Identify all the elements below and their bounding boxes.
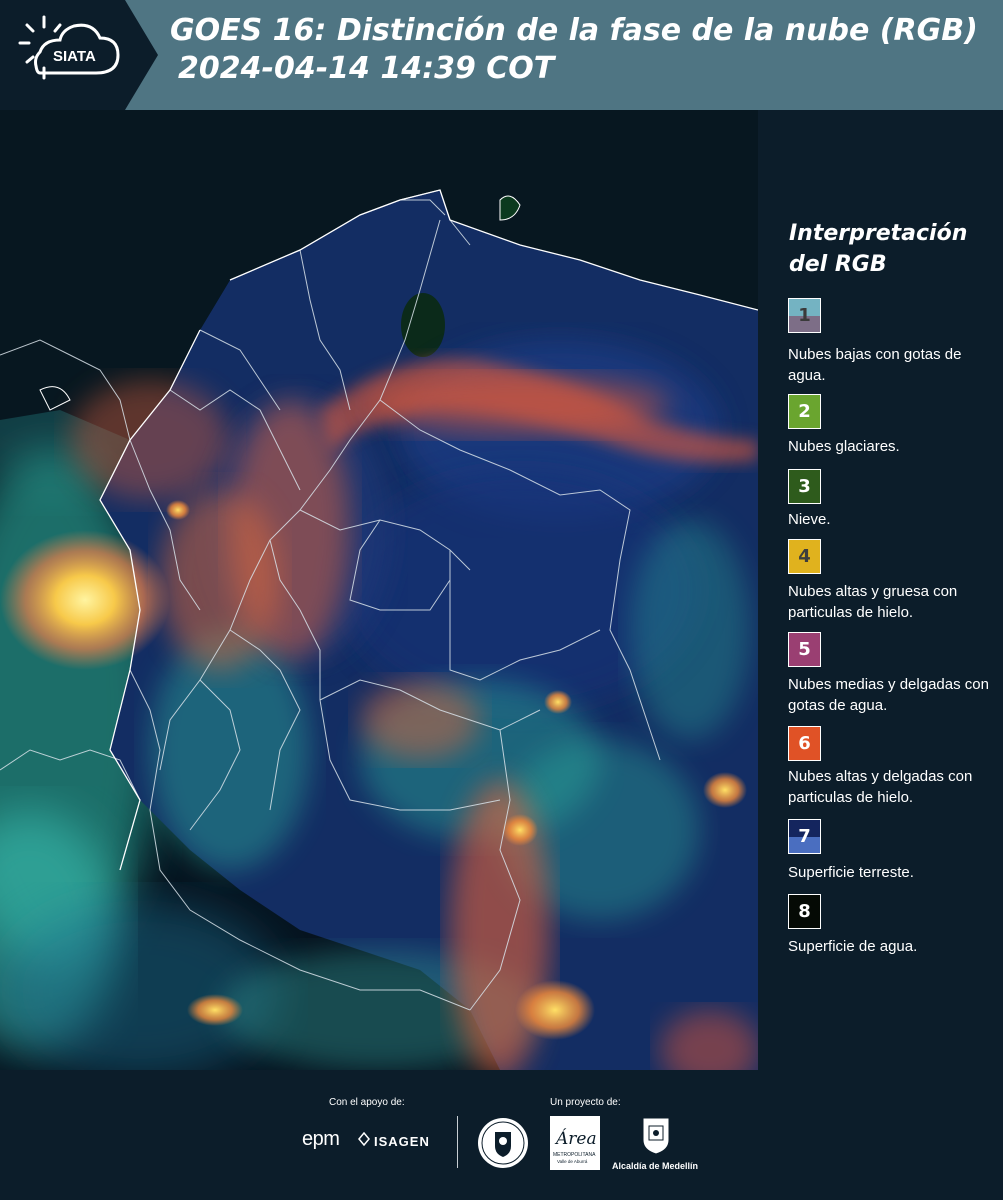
epm-logo: epm <box>302 1128 340 1150</box>
legend-number-1: 1 <box>798 305 811 326</box>
area-metropolitana-logo: Área METROPOLITANA Valle de Aburrá <box>550 1116 600 1170</box>
isagen-mark-icon <box>358 1132 370 1146</box>
page-title: GOES 16: Distinción de la fase de la nub… <box>170 12 1000 88</box>
isagen-logo: ISAGEN <box>374 1134 430 1149</box>
alcaldia-label: Alcaldía de Medellín <box>612 1161 699 1171</box>
project-label: Un proyecto de: <box>550 1097 621 1108</box>
legend-label-6: Nubes altas y delgadas con particulas de… <box>788 768 973 806</box>
legend-swatch-4: 4 <box>788 539 821 574</box>
legend-label-7: Superficie terreste. <box>788 864 914 881</box>
siata-logo: SIATA <box>0 0 158 110</box>
legend-label-2: Nubes glaciares. <box>788 438 900 455</box>
area-logo-sub: METROPOLITANA <box>553 1152 596 1158</box>
legend-number-2: 2 <box>798 401 811 422</box>
legend-label-4: Nubes altas y gruesa con particulas de h… <box>788 583 958 621</box>
legend-number-8: 8 <box>798 901 811 922</box>
legend-swatch-3: 3 <box>788 469 821 504</box>
legend-number-5: 5 <box>798 639 811 660</box>
legend-panel: Interpretación del RGB 1 Nubes bajas con… <box>760 110 1003 1070</box>
legend-label-1: Nubes bajas con gotas de agua. <box>788 346 962 384</box>
area-logo-sub2: Valle de Aburrá <box>557 1159 588 1164</box>
legend-swatch-8: 8 <box>788 894 821 929</box>
legend-swatch-6: 6 <box>788 726 821 761</box>
legend-number-3: 3 <box>798 476 811 497</box>
legend-swatch-5: 5 <box>788 632 821 667</box>
legend-number-6: 6 <box>798 733 811 754</box>
legend-title: Interpretación del RGB <box>789 221 968 277</box>
legend-number-7: 7 <box>798 826 811 847</box>
legend-swatch-2: 2 <box>788 394 821 429</box>
title-line-2: 2024-04-14 14:39 COT <box>178 51 555 86</box>
title-line-1: GOES 16: Distinción de la fase de la nub… <box>170 13 978 48</box>
legend-label-3: Nieve. <box>788 511 831 528</box>
legend-number-4: 4 <box>798 546 811 567</box>
legend-swatch-7: 7 <box>788 819 821 854</box>
logo-text: SIATA <box>53 48 96 65</box>
alcaldia-shield-icon <box>642 1117 670 1155</box>
support-label: Con el apoyo de: <box>329 1097 405 1108</box>
legend-swatch-1: 1 <box>788 298 821 333</box>
legend-label-8: Superficie de agua. <box>788 938 918 955</box>
footer: Con el apoyo de: Un proyecto de: epm ISA… <box>0 1070 1003 1200</box>
satellite-map <box>0 110 758 1070</box>
footer-divider <box>457 1116 458 1168</box>
header-bar: SIATA GOES 16: Distinción de la fase de … <box>0 0 1003 110</box>
legend-label-5: Nubes medias y delgadas con gotas de agu… <box>788 676 989 714</box>
area-logo-text: Área <box>554 1128 597 1149</box>
medellin-seal-icon <box>478 1118 528 1168</box>
